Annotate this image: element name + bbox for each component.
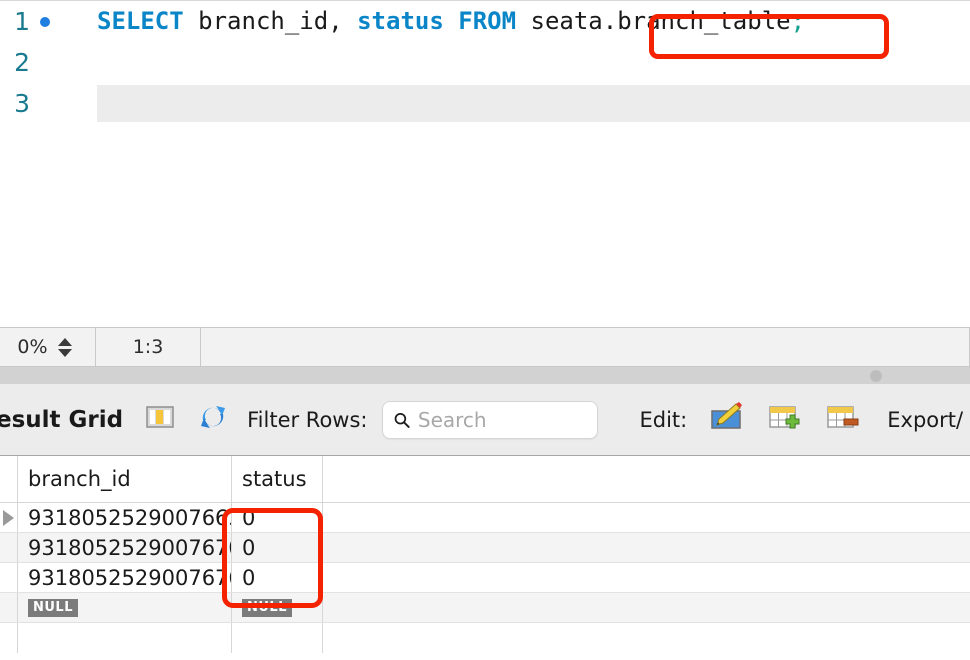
add-row-icon[interactable] <box>767 401 803 438</box>
cell-filler <box>323 593 970 622</box>
grid-header-row: branch_id status <box>0 456 970 503</box>
editor-line-1-code: SELECT branch_id, status FROM seata.bran… <box>97 1 970 42</box>
cell-status[interactable]: 0 <box>232 533 323 562</box>
export-label[interactable]: Export/ <box>887 408 963 432</box>
column-header-branch-id[interactable]: branch_id <box>18 456 232 502</box>
cell-status[interactable]: 0 <box>232 563 323 592</box>
cursor-position: 1:3 <box>96 328 201 366</box>
search-input-wrapper[interactable] <box>381 400 598 439</box>
row-selected-arrow-icon <box>3 509 14 526</box>
breakpoint-dot-icon[interactable] <box>40 17 50 27</box>
cell-status-empty[interactable] <box>232 623 323 653</box>
table-row[interactable]: 9318052529007663 0 <box>0 503 970 533</box>
editor-line-3[interactable]: 3 <box>0 83 970 124</box>
grid-columns-icon[interactable] <box>145 402 175 437</box>
filter-rows-label: Filter Rows: <box>247 407 368 432</box>
zoom-stepper-icon[interactable] <box>57 337 72 357</box>
cell-branch-id-null[interactable]: NULL <box>18 593 232 622</box>
zoom-value: 0% <box>17 336 48 358</box>
row-selector-cell[interactable] <box>0 593 18 622</box>
table-row-new[interactable]: NULL NULL <box>0 593 970 623</box>
cell-branch-id[interactable]: 9318052529007670 <box>18 533 232 562</box>
line-number-2: 2 <box>14 48 30 77</box>
result-grid-toolbar: esult Grid Filter Rows: Edit: <box>0 384 970 455</box>
row-selector-cell[interactable] <box>0 533 18 562</box>
editor-line-3-code <box>97 83 970 124</box>
zoom-control[interactable]: 0% <box>0 328 96 366</box>
editor-line-1[interactable]: 1 SELECT branch_id, status FROM seata.br… <box>0 1 970 42</box>
cell-branch-id-empty[interactable] <box>18 623 232 653</box>
sql-semicolon: ; <box>790 7 806 35</box>
null-badge: NULL <box>28 598 79 617</box>
table-row[interactable]: 9318052529007670 0 <box>0 533 970 563</box>
edit-label: Edit: <box>639 407 688 432</box>
header-selector-cell <box>0 456 18 502</box>
row-selector-cell[interactable] <box>0 563 18 592</box>
status-bar-filler <box>201 328 970 366</box>
editor-line-2[interactable]: 2 <box>0 42 970 83</box>
editor-line-2-code <box>97 42 970 83</box>
table-row-empty[interactable] <box>0 623 970 653</box>
table-row[interactable]: 9318052529007676 0 <box>0 563 970 593</box>
search-icon <box>394 412 410 428</box>
line-number-1: 1 <box>14 7 30 36</box>
cell-filler <box>323 623 970 653</box>
cell-filler <box>323 533 970 562</box>
cell-branch-id[interactable]: 9318052529007676 <box>18 563 232 592</box>
sql-space-1 <box>444 7 458 35</box>
cell-status-null[interactable]: NULL <box>232 593 323 622</box>
sql-text-columns: branch_id, <box>183 7 358 35</box>
line-number-3: 3 <box>14 89 30 118</box>
sql-keyword-status: status <box>357 7 444 35</box>
edit-pencil-icon[interactable] <box>709 401 745 438</box>
editor-status-bar: 0% 1:3 <box>0 327 970 367</box>
cell-filler <box>323 503 970 532</box>
row-selector-cell[interactable] <box>0 623 18 653</box>
result-data-grid[interactable]: branch_id status 9318052529007663 0 9318… <box>0 455 970 660</box>
sql-table-name: .branch_table <box>602 7 791 35</box>
cell-status[interactable]: 0 <box>232 503 323 532</box>
row-selector-cell[interactable] <box>0 503 18 532</box>
refresh-icon[interactable] <box>197 402 229 437</box>
sql-keyword-from: FROM <box>458 7 517 35</box>
null-badge: NULL <box>242 598 293 617</box>
result-grid-title: esult Grid <box>0 406 124 433</box>
sql-keyword-select: SELECT <box>97 7 184 35</box>
column-header-filler <box>323 456 970 502</box>
cell-branch-id[interactable]: 9318052529007663 <box>18 503 232 532</box>
sql-schema-name: seata <box>516 7 603 35</box>
mysql-workbench-screen: 1 SELECT branch_id, status FROM seata.br… <box>0 0 970 660</box>
search-input[interactable] <box>417 407 587 432</box>
delete-row-icon[interactable] <box>825 401 861 438</box>
sql-editor[interactable]: 1 SELECT branch_id, status FROM seata.br… <box>0 0 970 327</box>
cell-filler <box>323 563 970 592</box>
splitter-handle-icon[interactable] <box>870 370 882 382</box>
column-header-status[interactable]: status <box>232 456 323 502</box>
panel-splitter[interactable] <box>0 367 970 384</box>
